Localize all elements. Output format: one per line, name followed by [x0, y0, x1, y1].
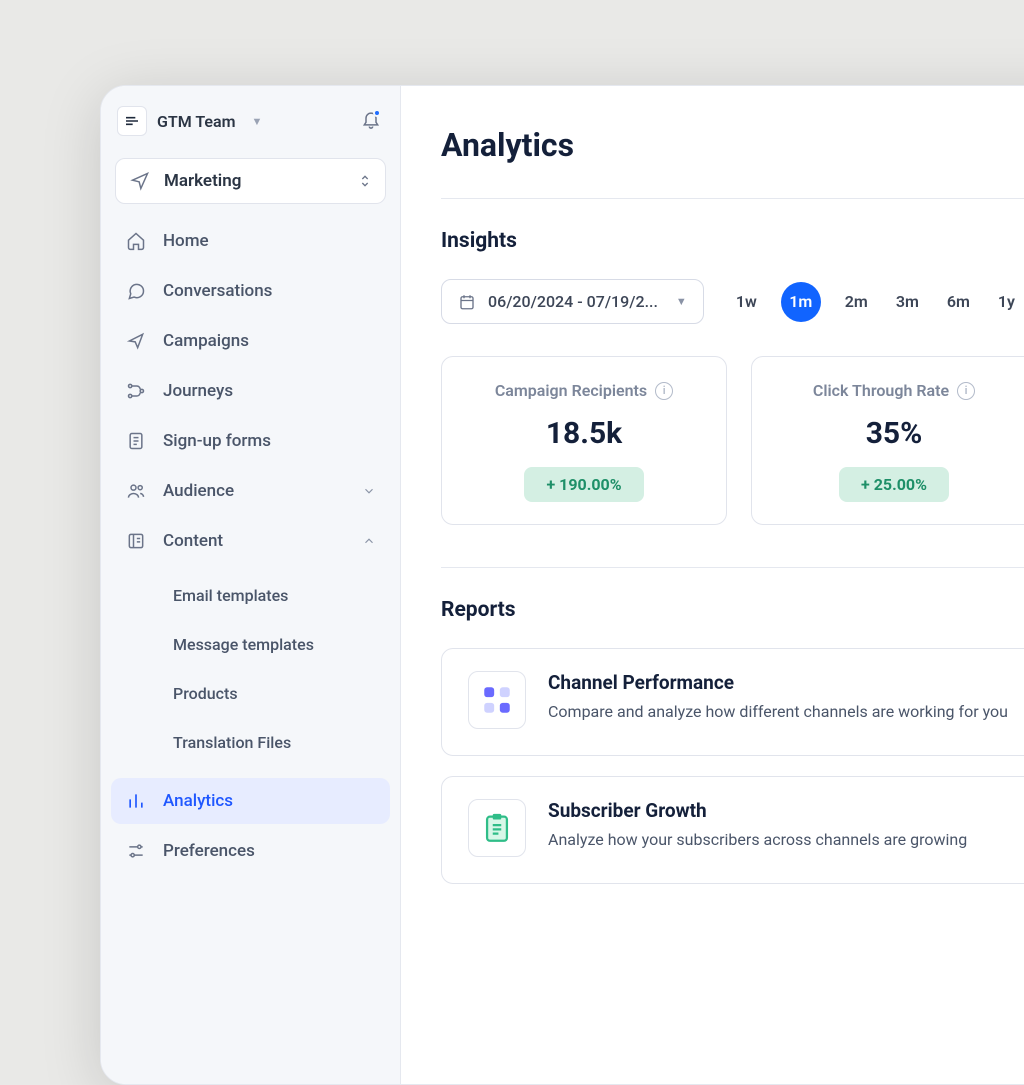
journeys-icon	[125, 381, 147, 401]
card-delta: + 190.00%	[524, 467, 643, 502]
sidebar-item-label: Home	[163, 231, 209, 251]
sidebar-item-signup-forms[interactable]: Sign-up forms	[111, 418, 390, 464]
page-title: Analytics	[441, 126, 1024, 164]
card-title: Campaign Recipients i	[495, 381, 673, 400]
sub-item-translation-files[interactable]: Translation Files	[151, 721, 390, 764]
sub-item-products[interactable]: Products	[151, 672, 390, 715]
info-icon[interactable]: i	[957, 382, 975, 400]
workspace-name: Marketing	[164, 171, 241, 191]
section-title-insights: Insights	[441, 229, 1024, 253]
divider	[441, 567, 1024, 568]
card-delta: + 25.00%	[839, 467, 949, 502]
sidebar-item-conversations[interactable]: Conversations	[111, 268, 390, 314]
send-icon	[125, 331, 147, 351]
calendar-icon	[458, 293, 476, 311]
sidebar-item-label: Preferences	[163, 841, 255, 861]
report-desc: Analyze how your subscribers across chan…	[548, 828, 967, 852]
sub-item-email-templates[interactable]: Email templates	[151, 574, 390, 617]
main-content: Analytics Insights 06/20/2024 - 07/19/2.…	[401, 86, 1024, 1084]
team-name: GTM Team	[157, 112, 236, 131]
divider	[441, 198, 1024, 199]
report-title: Subscriber Growth	[548, 799, 967, 822]
reports-list: Channel Performance Compare and analyze …	[441, 648, 1024, 884]
team-switcher[interactable]: GTM Team ▼	[111, 100, 390, 152]
range-2m[interactable]: 2m	[841, 284, 872, 319]
date-range-picker[interactable]: 06/20/2024 - 07/19/2... ▼	[441, 279, 704, 324]
content-submenu: Email templates Message templates Produc…	[145, 568, 390, 774]
sidebar-item-label: Audience	[163, 481, 234, 501]
chevron-down-icon: ▼	[676, 295, 687, 308]
clipboard-icon	[468, 799, 526, 857]
card-click-through-rate[interactable]: Click Through Rate i 35% + 25.00%	[751, 356, 1024, 525]
sidebar-item-audience[interactable]: Audience	[111, 468, 390, 514]
section-title-reports: Reports	[441, 598, 1024, 622]
range-3m[interactable]: 3m	[892, 284, 923, 319]
sidebar-item-content[interactable]: Content	[111, 518, 390, 564]
insights-controls: 06/20/2024 - 07/19/2... ▼ 1w 1m 2m 3m 6m…	[441, 279, 1024, 324]
range-1m[interactable]: 1m	[781, 282, 821, 322]
range-1y[interactable]: 1y	[994, 284, 1019, 319]
analytics-icon	[125, 791, 147, 811]
sidebar: GTM Team ▼ Marketing	[101, 86, 401, 1084]
content-icon	[125, 531, 147, 551]
info-icon[interactable]: i	[655, 382, 673, 400]
report-desc: Compare and analyze how different channe…	[548, 700, 1008, 724]
card-value: 35%	[866, 416, 923, 451]
home-icon	[125, 231, 147, 251]
report-title: Channel Performance	[548, 671, 1008, 694]
chevron-down-icon: ▼	[252, 115, 263, 128]
card-campaign-recipients[interactable]: Campaign Recipients i 18.5k + 190.00%	[441, 356, 727, 525]
sidebar-item-preferences[interactable]: Preferences	[111, 828, 390, 874]
workspace-selector[interactable]: Marketing	[115, 158, 386, 204]
notification-bell-icon[interactable]	[358, 106, 384, 132]
channel-grid-icon	[468, 671, 526, 729]
preferences-icon	[125, 841, 147, 861]
range-selector: 1w 1m 2m 3m 6m 1y	[732, 282, 1019, 322]
card-title-text: Campaign Recipients	[495, 381, 647, 400]
sidebar-item-analytics[interactable]: Analytics	[111, 778, 390, 824]
report-subscriber-growth[interactable]: Subscriber Growth Analyze how your subsc…	[441, 776, 1024, 884]
range-1w[interactable]: 1w	[732, 284, 761, 319]
form-icon	[125, 431, 147, 451]
card-value: 18.5k	[546, 416, 622, 451]
chat-icon	[125, 281, 147, 301]
chevron-up-down-icon	[357, 173, 373, 189]
chevron-down-icon	[362, 484, 376, 498]
date-range-text: 06/20/2024 - 07/19/2...	[488, 292, 658, 311]
sidebar-item-label: Analytics	[163, 791, 233, 811]
nav-list: Home Conversations Campaigns Journeys	[111, 218, 390, 874]
card-title: Click Through Rate i	[813, 381, 975, 400]
chevron-up-icon	[362, 534, 376, 548]
report-channel-performance[interactable]: Channel Performance Compare and analyze …	[441, 648, 1024, 756]
range-6m[interactable]: 6m	[943, 284, 974, 319]
paper-plane-icon	[130, 171, 150, 191]
sidebar-item-label: Content	[163, 531, 223, 551]
audience-icon	[125, 481, 147, 501]
sidebar-item-label: Journeys	[163, 381, 233, 401]
sidebar-item-label: Sign-up forms	[163, 431, 271, 451]
sub-item-message-templates[interactable]: Message templates	[151, 623, 390, 666]
app-logo-icon	[117, 106, 147, 136]
insight-cards: Campaign Recipients i 18.5k + 190.00% Cl…	[441, 356, 1024, 525]
sidebar-item-home[interactable]: Home	[111, 218, 390, 264]
sidebar-item-label: Campaigns	[163, 331, 249, 351]
sidebar-item-label: Conversations	[163, 281, 272, 301]
card-title-text: Click Through Rate	[813, 381, 949, 400]
sidebar-item-campaigns[interactable]: Campaigns	[111, 318, 390, 364]
sidebar-item-journeys[interactable]: Journeys	[111, 368, 390, 414]
notification-dot-icon	[373, 109, 381, 117]
